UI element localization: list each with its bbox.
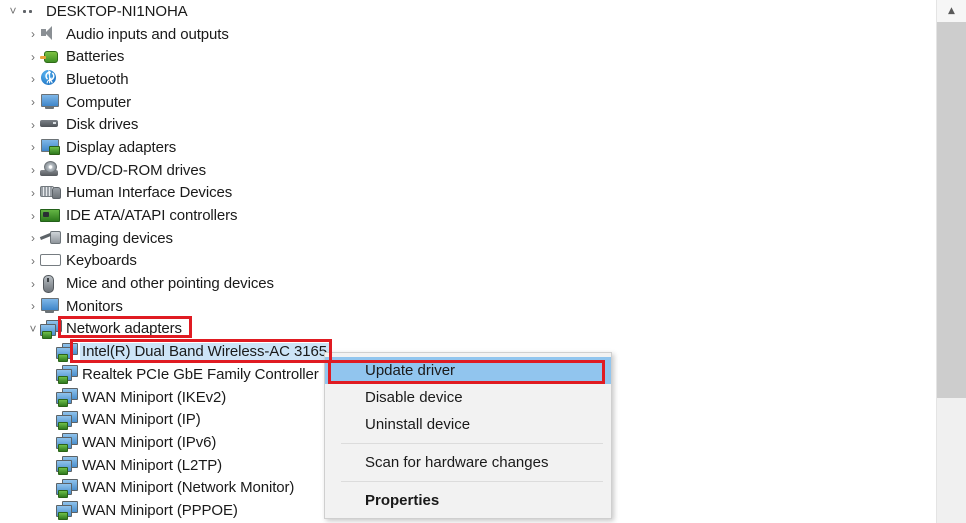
menu-item-scan-for-hardware-changes[interactable]: Scan for hardware changes (325, 449, 611, 476)
tree-item-label: Realtek PCIe GbE Family Controller (82, 365, 319, 383)
hid-icon (40, 184, 60, 202)
network-adapter-icon (56, 410, 78, 430)
tree-item-batteries[interactable]: › Batteries (0, 45, 936, 68)
chevron-right-icon[interactable]: › (26, 210, 40, 222)
tree-item-label: WAN Miniport (IP) (82, 411, 201, 429)
tree-item-disk-drives[interactable]: › Disk drives (0, 113, 936, 136)
chevron-down-icon[interactable]: ˅ (26, 323, 40, 335)
tree-item-label: WAN Miniport (Network Monitor) (82, 479, 295, 497)
tree-root-computer[interactable]: ˅ DESKTOP-NI1NOHA (0, 0, 936, 23)
chevron-right-icon[interactable]: › (26, 73, 40, 85)
chevron-right-icon[interactable]: › (26, 28, 40, 40)
tree-item-computer[interactable]: › Computer (0, 91, 936, 114)
network-adapter-icon (56, 388, 78, 408)
device-context-menu[interactable]: Update driver Disable device Uninstall d… (324, 352, 612, 519)
tree-item-keyboards[interactable]: › Keyboards (0, 250, 936, 273)
chevron-right-icon[interactable]: › (26, 164, 40, 176)
tree-item-label: WAN Miniport (IPv6) (82, 433, 217, 451)
tree-item-label: Intel(R) Dual Band Wireless-AC 3165 (80, 343, 329, 362)
menu-item-label: Properties (365, 492, 440, 509)
keyboard-icon (40, 252, 60, 270)
menu-item-label: Disable device (365, 389, 463, 406)
menu-item-uninstall-device[interactable]: Uninstall device (325, 411, 611, 438)
tree-item-label: WAN Miniport (L2TP) (82, 456, 223, 474)
tree-item-network-adapters[interactable]: ˅ Network adapters (0, 318, 936, 341)
tree-item-label: Network adapters (66, 320, 182, 338)
network-adapter-icon (56, 342, 78, 362)
chevron-right-icon[interactable]: › (26, 119, 40, 131)
chevron-right-icon[interactable]: › (26, 255, 40, 267)
menu-item-update-driver[interactable]: Update driver (325, 357, 611, 384)
menu-item-disable-device[interactable]: Disable device (325, 384, 611, 411)
device-manager-window: ˅ DESKTOP-NI1NOHA › Audio inputs and out… (0, 0, 966, 523)
menu-separator (341, 443, 603, 444)
tree-item-label: DVD/CD-ROM drives (66, 161, 206, 179)
network-adapter-icon (56, 433, 78, 453)
network-adapter-icon (56, 456, 78, 476)
tree-item-label: Mice and other pointing devices (66, 275, 274, 293)
chevron-right-icon[interactable]: › (26, 96, 40, 108)
menu-item-label: Update driver (365, 362, 456, 379)
tree-item-human-interface-devices[interactable]: › Human Interface Devices (0, 182, 936, 205)
imaging-device-icon (40, 229, 60, 247)
tree-item-label: Bluetooth (66, 70, 129, 88)
network-adapter-icon (56, 365, 78, 385)
tree-item-bluetooth[interactable]: › ᛦ Bluetooth (0, 68, 936, 91)
tree-item-label: Display adapters (66, 138, 177, 156)
mouse-icon (40, 275, 60, 293)
tree-item-label: Keyboards (66, 252, 137, 270)
menu-item-properties[interactable]: Properties (325, 487, 611, 514)
battery-icon (40, 48, 60, 66)
chevron-right-icon[interactable]: › (26, 141, 40, 153)
tree-root-label: DESKTOP-NI1NOHA (46, 2, 188, 20)
tree-item-dvd-cdrom-drives[interactable]: › DVD/CD-ROM drives (0, 159, 936, 182)
tree-item-label: Human Interface Devices (66, 184, 233, 202)
tree-item-label: Imaging devices (66, 229, 173, 247)
network-adapter-icon (56, 501, 78, 521)
menu-item-label: Scan for hardware changes (365, 454, 549, 471)
tree-item-imaging-devices[interactable]: › Imaging devices (0, 227, 936, 250)
menu-separator (341, 481, 603, 482)
tree-item-mice-and-other-pointing-devices[interactable]: › Mice and other pointing devices (0, 272, 936, 295)
tree-item-display-adapters[interactable]: › Display adapters (0, 136, 936, 159)
network-adapter-icon (56, 478, 78, 498)
monitor-icon (40, 93, 60, 111)
dvd-drive-icon (40, 161, 60, 179)
ide-controller-icon (40, 207, 60, 225)
chevron-down-icon[interactable]: ˅ (6, 5, 20, 17)
chevron-right-icon[interactable]: › (26, 300, 40, 312)
chevron-right-icon[interactable]: › (26, 232, 40, 244)
tree-item-label: WAN Miniport (IKEv2) (82, 388, 227, 406)
tree-item-ide-ata-atapi-controllers[interactable]: › IDE ATA/ATAPI controllers (0, 204, 936, 227)
menu-item-label: Uninstall device (365, 416, 471, 433)
chevron-right-icon[interactable]: › (26, 51, 40, 63)
tree-item-label: WAN Miniport (PPPOE) (82, 501, 238, 519)
chevron-right-icon[interactable]: › (26, 278, 40, 290)
bluetooth-glyph: ᛦ (46, 71, 54, 86)
monitor-icon (40, 297, 60, 315)
display-adapter-icon (40, 138, 60, 156)
speaker-icon (40, 25, 60, 43)
tree-item-label: Computer (66, 93, 132, 111)
computer-root-icon (20, 2, 40, 20)
bluetooth-icon: ᛦ (40, 70, 60, 88)
tree-item-label: IDE ATA/ATAPI controllers (66, 207, 238, 225)
vertical-scrollbar[interactable]: ▲ (936, 0, 966, 523)
disk-drive-icon (40, 116, 60, 134)
scrollbar-thumb[interactable] (937, 22, 966, 398)
tree-item-monitors[interactable]: › Monitors (0, 295, 936, 318)
tree-item-label: Monitors (66, 297, 123, 315)
tree-item-label: Batteries (66, 48, 125, 66)
tree-item-label: Disk drives (66, 116, 139, 134)
scroll-up-arrow-icon[interactable]: ▲ (937, 0, 966, 22)
network-adapter-icon (40, 319, 62, 339)
tree-item-audio-inputs-and-outputs[interactable]: › Audio inputs and outputs (0, 23, 936, 46)
tree-item-label: Audio inputs and outputs (66, 25, 229, 43)
chevron-right-icon[interactable]: › (26, 187, 40, 199)
